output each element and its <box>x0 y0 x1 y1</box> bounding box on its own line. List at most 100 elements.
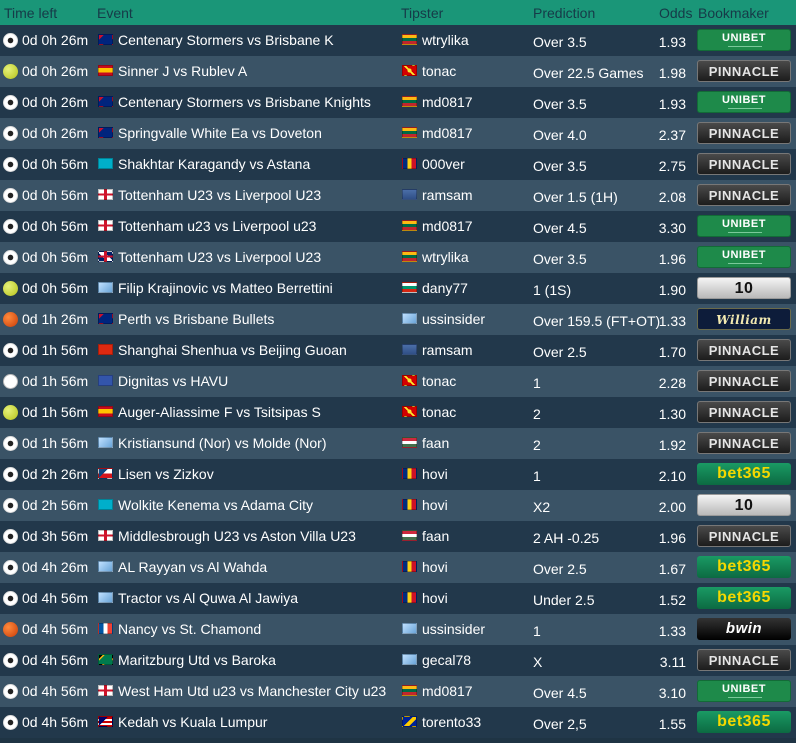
bookmaker-logo-pinnacle[interactable]: PINNACLE <box>697 401 791 423</box>
bookmaker-logo-10bet[interactable]: 10 <box>697 277 791 299</box>
bookmaker-logo-10bet[interactable]: 10 <box>697 494 791 516</box>
table-row[interactable]: 0d 0h 56m Tottenham U23 vs Liverpool U23 w… <box>0 242 796 273</box>
event-link[interactable]: Perth vs Brisbane Bullets <box>118 304 274 335</box>
table-row[interactable]: 0d 0h 26m Sinner J vs Rublev A tonac Over 2… <box>0 56 796 87</box>
table-row[interactable]: 0d 1h 56m Shanghai Shenhua vs Beijing Guo… <box>0 335 796 366</box>
table-row[interactable]: 0d 4h 56m West Ham Utd u23 vs Manchester … <box>0 676 796 707</box>
bookmaker-logo-williamhill[interactable]: William HILL <box>697 308 791 349</box>
australia-flag-icon <box>98 313 113 324</box>
event-link[interactable]: Springvalle White Ea vs Doveton <box>118 118 322 149</box>
table-row[interactable]: 0d 2h 56m Wolkite Kenema vs Adama City hov… <box>0 490 796 521</box>
tipster-link[interactable]: md0817 <box>422 87 473 118</box>
event-link[interactable]: Kristiansund (Nor) vs Molde (Nor) <box>118 428 327 459</box>
bookmaker-logo-bwin[interactable]: bwin <box>697 618 791 640</box>
header-bookmaker[interactable]: Bookmaker <box>698 5 769 21</box>
bookmaker-logo-bet365[interactable]: bet365 <box>697 711 791 733</box>
event-link[interactable]: West Ham Utd u23 vs Manchester City u23 <box>118 676 386 707</box>
table-row[interactable]: 0d 0h 26m Springvalle White Ea vs Doveton… <box>0 118 796 149</box>
tipster-link[interactable]: faan <box>422 521 449 552</box>
event-link[interactable]: Centenary Stormers vs Brisbane Knights <box>118 87 371 118</box>
tipster-link[interactable]: ramsam <box>422 180 473 211</box>
tipster-link[interactable]: faan <box>422 428 449 459</box>
table-row[interactable]: 0d 4h 56m Nancy vs St. Chamond ussinsider 1… <box>0 614 796 645</box>
event-link[interactable]: Nancy vs St. Chamond <box>118 614 261 645</box>
tipster-link[interactable]: md0817 <box>422 211 473 242</box>
header-prediction[interactable]: Prediction <box>533 5 595 21</box>
table-row[interactable]: 0d 3h 56m Middlesbrough U23 vs Aston Vill… <box>0 521 796 552</box>
tipster-link[interactable]: torento33 <box>422 707 481 738</box>
table-row[interactable]: 0d 1h 26m Perth vs Brisbane Bullets ussins… <box>0 304 796 349</box>
table-row[interactable]: 0d 4h 26m AL Rayyan vs Al Wahda hovi Over 2… <box>0 552 796 583</box>
event-link[interactable]: Tottenham U23 vs Liverpool U23 <box>118 242 321 273</box>
tipster-link[interactable]: wtrylika <box>422 25 469 56</box>
event-link[interactable]: AL Rayyan vs Al Wahda <box>118 552 267 583</box>
tipster-link[interactable]: hovi <box>422 490 448 521</box>
tipster-link[interactable]: tonac <box>422 366 456 397</box>
event-link[interactable]: Lisen vs Zizkov <box>118 459 214 490</box>
bookmaker-logo-unibet[interactable]: UNIBET <box>697 680 791 702</box>
event-link[interactable]: Sinner J vs Rublev A <box>118 56 247 87</box>
bookmaker-logo-pinnacle[interactable]: PINNACLE <box>697 370 791 392</box>
table-row[interactable]: 0d 1h 56m Dignitas vs HAVU tonac 1 2.28 PINNA… <box>0 366 796 397</box>
tipster-link[interactable]: tonac <box>422 56 456 87</box>
header-time-left[interactable]: Time left <box>4 5 57 21</box>
event-link[interactable]: Filip Krajinovic vs Matteo Berrettini <box>118 273 333 304</box>
tipster-link[interactable]: wtrylika <box>422 242 469 273</box>
event-link[interactable]: Tottenham u23 vs Liverpool u23 <box>118 211 316 242</box>
bookmaker-logo-pinnacle[interactable]: PINNACLE <box>697 60 791 82</box>
event-link[interactable]: Tottenham U23 vs Liverpool U23 <box>118 180 321 211</box>
bookmaker-logo-pinnacle[interactable]: PINNACLE <box>697 184 791 206</box>
bookmaker-logo-pinnacle[interactable]: PINNACLE <box>697 339 791 361</box>
tipster-link[interactable]: gecal78 <box>422 645 471 676</box>
event-link[interactable]: Shanghai Shenhua vs Beijing Guoan <box>118 335 347 366</box>
bookmaker-logo-bet365[interactable]: bet365 <box>697 587 791 609</box>
table-row[interactable]: 0d 4h 56m Maritzburg Utd vs Baroka gecal78… <box>0 645 796 676</box>
event-link[interactable]: Dignitas vs HAVU <box>118 366 228 397</box>
bookmaker-logo-pinnacle[interactable]: PINNACLE <box>697 649 791 671</box>
event-link[interactable]: Middlesbrough U23 vs Aston Villa U23 <box>118 521 356 552</box>
bookmaker-logo-bet365[interactable]: bet365 <box>697 556 791 578</box>
bookmaker-logo-pinnacle[interactable]: PINNACLE <box>697 122 791 144</box>
header-tipster[interactable]: Tipster <box>401 5 443 21</box>
tipster-link[interactable]: tonac <box>422 397 456 428</box>
event-link[interactable]: Wolkite Kenema vs Adama City <box>118 490 313 521</box>
tipster-link[interactable]: hovi <box>422 552 448 583</box>
bookmaker-logo-unibet[interactable]: UNIBET <box>697 29 791 51</box>
prediction: Over 3.5 <box>533 96 587 112</box>
tipster-link[interactable]: ussinsider <box>422 614 485 645</box>
table-row[interactable]: 0d 1h 56m Auger-Aliassime F vs Tsitsipas … <box>0 397 796 428</box>
header-event[interactable]: Event <box>97 5 133 21</box>
event-link[interactable]: Kedah vs Kuala Lumpur <box>118 707 267 738</box>
table-row[interactable]: 0d 1h 56m Kristiansund (Nor) vs Molde (No… <box>0 428 796 459</box>
tipster-link[interactable]: 000ver <box>422 149 465 180</box>
table-row[interactable]: 0d 0h 56m Tottenham u23 vs Liverpool u23 m… <box>0 211 796 242</box>
tipster-link[interactable]: ramsam <box>422 335 473 366</box>
bookmaker-logo-unibet[interactable]: UNIBET <box>697 246 791 268</box>
table-row[interactable]: 0d 0h 56m Filip Krajinovic vs Matteo Berr… <box>0 273 796 304</box>
event-link[interactable]: Auger-Aliassime F vs Tsitsipas S <box>118 397 321 428</box>
tipster-link[interactable]: dany77 <box>422 273 468 304</box>
bookmaker-logo-bet365[interactable]: bet365 <box>697 463 791 485</box>
table-row[interactable]: 0d 0h 26m Centenary Stormers vs Brisbane … <box>0 87 796 118</box>
tipster-link[interactable]: md0817 <box>422 118 473 149</box>
bookmaker-logo-unibet[interactable]: UNIBET <box>697 215 791 237</box>
table-row[interactable]: 0d 4h 56m Kedah vs Kuala Lumpur torento33 O… <box>0 707 796 738</box>
bookmaker-logo-unibet[interactable]: UNIBET <box>697 91 791 113</box>
tipster-link[interactable]: hovi <box>422 459 448 490</box>
tipster-link[interactable]: ussinsider <box>422 304 485 335</box>
event-link[interactable]: Centenary Stormers vs Brisbane K <box>118 25 334 56</box>
bookmaker-logo-pinnacle[interactable]: PINNACLE <box>697 153 791 175</box>
table-row[interactable]: 0d 0h 56m Tottenham U23 vs Liverpool U23 r… <box>0 180 796 211</box>
table-row[interactable]: 0d 2h 26m Lisen vs Zizkov hovi 1 2.10 bet365 <box>0 459 796 490</box>
table-row[interactable]: 0d 0h 56m Shakhtar Karagandy vs Astana 000… <box>0 149 796 180</box>
bookmaker-logo-pinnacle[interactable]: PINNACLE <box>697 432 791 454</box>
event-link[interactable]: Maritzburg Utd vs Baroka <box>118 645 276 676</box>
tipster-link[interactable]: md0817 <box>422 676 473 707</box>
bookmaker-logo-pinnacle[interactable]: PINNACLE <box>697 525 791 547</box>
table-row[interactable]: 0d 4h 56m Tractor vs Al Quwa Al Jawiya hov… <box>0 583 796 614</box>
table-row[interactable]: 0d 0h 26m Centenary Stormers vs Brisbane … <box>0 25 796 56</box>
event-link[interactable]: Shakhtar Karagandy vs Astana <box>118 149 310 180</box>
event-link[interactable]: Tractor vs Al Quwa Al Jawiya <box>118 583 298 614</box>
header-odds[interactable]: Odds <box>659 5 692 21</box>
tipster-link[interactable]: hovi <box>422 583 448 614</box>
